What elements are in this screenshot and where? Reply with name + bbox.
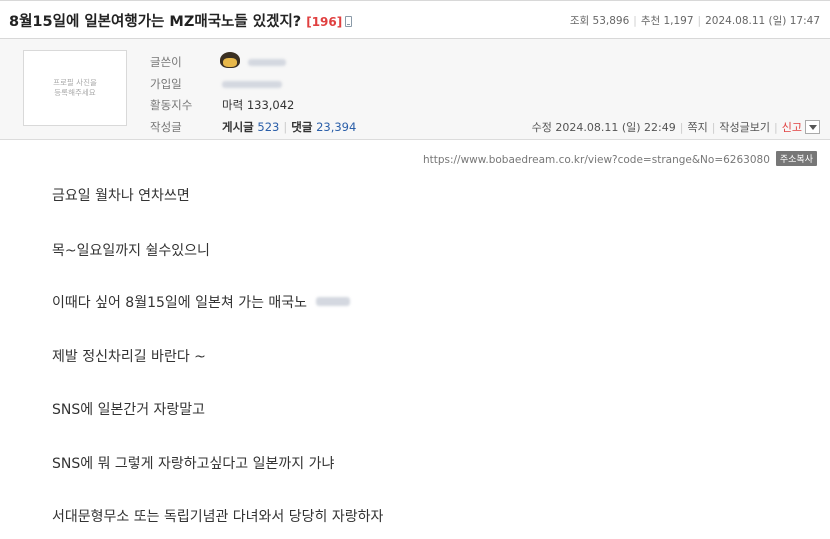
body-line: 서대문형무소 또는 독립기념관 다녀와서 당당히 자랑하자 [52,509,384,525]
post-url: https://www.bobaedream.co.kr/view?code=s… [423,151,817,166]
message-link[interactable]: 쪽지 [687,121,707,134]
body-line: 목~일요일까지 쉴수있으니 [52,243,210,259]
joined-label: 가입일 [150,77,182,91]
body-line: 제발 정신차리길 바란다 ~ [52,349,206,365]
edit-actions: 수정 2024.08.11 (일) 22:49 | 쪽지 | 작성글보기 | 신고 [532,119,820,135]
view-posts-link[interactable]: 작성글보기 [719,121,770,134]
view-count: 조회 53,896 [569,15,630,27]
blurred-word [315,297,350,306]
body-line: SNS에 뭐 그렇게 자랑하고싶다고 일본까지 가냐 [52,456,335,472]
profile-photo-placeholder: 프로필 사진을 등록해주세요 [23,50,127,126]
user-avatar-icon [220,52,240,68]
posts-summary: 게시글 523 | 댓글 23,394 [222,120,357,134]
mobile-icon [345,16,353,27]
joined-date-blurred [222,81,282,88]
comments-count-link[interactable]: 23,394 [316,120,356,134]
post-date: 2024.08.11 (일) 17:47 [705,15,820,27]
body-line-text: 이때다 싶어 8월15일에 일본쳐 가는 매국노 [52,295,308,311]
modified-date: 수정 2024.08.11 (일) 22:49 [531,121,676,134]
post-title: 8월15일에 일본여행가는 MZ매국노들 있겠지? [196] [9,10,353,31]
posts-label: 작성글 [150,120,182,134]
copy-url-button[interactable]: 주소복사 [775,151,817,166]
recommend-count: 추천 1,197 [640,15,694,27]
profile-placeholder-line1: 프로필 사진을 [53,78,97,87]
report-link[interactable]: 신고 [782,121,802,134]
post-title-bar: 8월15일에 일본여행가는 MZ매국노들 있겠지? [196] 조회 53,896… [0,0,830,39]
body-line: SNS에 일본간거 자랑말고 [52,402,206,418]
post-url-text: https://www.bobaedream.co.kr/view?code=s… [422,154,770,166]
comments-key: 댓글 [291,120,313,134]
nickname-blurred[interactable] [248,59,286,66]
comment-count[interactable]: [196] [306,15,342,29]
post-title-text: 8월15일에 일본여행가는 MZ매국노들 있겠지? [9,14,302,30]
body-line: 금요일 월차나 연차쓰면 [52,188,190,204]
activity-value: 마력 133,042 [222,98,295,112]
post-stats: 조회 53,896 | 추천 1,197 | 2024.08.11 (일) 17:47 [569,15,820,27]
profile-placeholder-line2: 등록해주세요 [54,88,96,97]
author-info-box: 프로필 사진을 등록해주세요 글쓴이 가입일 활동지수 마력 133,042 작… [0,39,830,140]
writer-label: 글쓴이 [150,55,182,69]
posts-key: 게시글 [222,120,254,134]
posts-count-link[interactable]: 523 [257,120,279,134]
activity-label: 활동지수 [150,98,193,112]
body-line: 이때다 싶어 8월15일에 일본쳐 가는 매국노 [52,292,350,312]
dropdown-arrow-icon[interactable] [805,120,820,134]
